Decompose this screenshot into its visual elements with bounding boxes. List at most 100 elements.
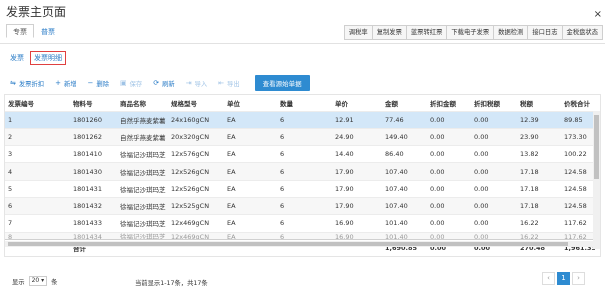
table-cell: 6	[277, 110, 332, 129]
refresh-button[interactable]: ⟳ 刷新	[153, 79, 174, 88]
view-source-documents-button[interactable]: 查看源始单据	[254, 75, 310, 91]
import-icon: ⇥	[185, 79, 192, 87]
table-cell: 0.00	[427, 162, 471, 181]
chevron-down-icon: ▾	[41, 277, 45, 284]
tax-disk-status-button[interactable]: 金税盘状态	[561, 25, 603, 40]
column-header[interactable]: 商品名称	[117, 95, 168, 111]
column-header[interactable]: 规格型号	[168, 95, 224, 111]
unit-label: 条	[51, 278, 58, 286]
table-cell: 107.40	[382, 179, 427, 198]
invoice-detail-table: 发票编号 物料号 商品名称 规格型号 单位 数量 单价 金额 折扣金额 折扣税额…	[5, 95, 595, 256]
api-log-button[interactable]: 接口日志	[527, 25, 563, 40]
table-cell: 23.90	[517, 127, 561, 146]
export-icon: ⇤	[218, 79, 225, 87]
page-size-select[interactable]: 20 ▾	[28, 276, 48, 286]
export-button[interactable]: ⇤ 导出	[218, 79, 239, 88]
table-cell: 4	[5, 162, 70, 181]
blue-to-red-button[interactable]: 蓝票转红票	[405, 25, 448, 40]
column-header[interactable]: 折扣金额	[427, 95, 471, 111]
table-cell: 0.00	[471, 127, 517, 146]
table-cell: 124.58	[561, 179, 595, 198]
column-header[interactable]: 发票编号	[5, 95, 70, 111]
table-cell: 徐福记沙琪玛芝	[117, 179, 168, 198]
page-1-button[interactable]: 1	[557, 272, 570, 285]
vertical-scrollbar[interactable]	[593, 111, 600, 249]
horizontal-scrollbar[interactable]	[5, 241, 595, 247]
table-row[interactable]: 1 1801260 自然乎燕麦紫薯 24x160gCN EA 6 12.91 77.46 0.0…	[5, 110, 595, 129]
table-cell: 自然乎燕麦紫薯	[117, 127, 168, 146]
table-cell: 徐福记沙琪玛芝	[117, 196, 168, 215]
column-header[interactable]: 数量	[277, 95, 332, 111]
page-size-value: 20	[31, 277, 40, 284]
column-header[interactable]: 金额	[382, 95, 427, 111]
data-check-button[interactable]: 数据检测	[493, 25, 529, 40]
table-cell: 6	[277, 179, 332, 198]
subtab-invoice-detail[interactable]: 发票明细	[30, 51, 66, 65]
table-cell: 24x160gCN	[168, 110, 224, 129]
table-cell: 徐福记沙琪玛芝	[117, 162, 168, 181]
import-button[interactable]: ⇥ 导入	[186, 79, 207, 88]
column-header[interactable]: 税额	[517, 95, 561, 111]
table-cell: 2	[5, 127, 70, 146]
table-cell: 3	[5, 145, 70, 163]
table-cell: EA	[224, 127, 277, 146]
vertical-scroll-thumb[interactable]	[594, 115, 599, 179]
table-cell: 17.90	[332, 162, 382, 181]
delete-button[interactable]: − 删除	[88, 79, 109, 88]
minus-icon: −	[87, 79, 94, 87]
save-icon: ▣	[120, 79, 127, 87]
tab-normal-invoice[interactable]: 普票	[34, 24, 62, 38]
horizontal-scroll-thumb[interactable]	[8, 242, 568, 246]
table-cell: 17.90	[332, 179, 382, 198]
table-cell: 7	[5, 214, 70, 233]
table-cell: 24.90	[332, 127, 382, 146]
plus-icon: +	[55, 79, 61, 87]
table-cell: 6	[277, 214, 332, 233]
table-cell: 77.46	[382, 110, 427, 129]
table-cell: 20x320gCN	[168, 127, 224, 146]
table-cell: 6	[277, 162, 332, 181]
table-cell: EA	[224, 231, 277, 240]
table-cell: EA	[224, 196, 277, 215]
subtab-invoice[interactable]: 发票	[10, 53, 24, 63]
table-cell: 173.30	[561, 127, 595, 146]
tab-special-invoice[interactable]: 专票	[6, 24, 34, 38]
table-cell: 101.40	[382, 231, 427, 240]
table-cell: 8	[5, 231, 70, 240]
table-cell: 17.18	[517, 196, 561, 215]
table-row[interactable]: 7 1801433 徐福记沙琪玛芝 12x469gCN EA 6 16.90 101.40 0.…	[5, 214, 595, 233]
table-cell: 0.00	[427, 196, 471, 215]
table-cell: 徐福记沙琪玛芝	[117, 231, 168, 240]
table-cell: 13.82	[517, 145, 561, 163]
add-button[interactable]: + 新增	[55, 79, 76, 88]
copy-invoice-button[interactable]: 复制发票	[371, 25, 407, 40]
table-cell: 0.00	[427, 214, 471, 233]
save-button[interactable]: ▣ 保存	[120, 79, 142, 88]
close-icon[interactable]: ×	[594, 9, 602, 20]
table-cell: 徐福记沙琪玛芝	[117, 145, 168, 163]
column-header[interactable]: 价税合计	[561, 95, 595, 111]
next-page-button[interactable]: ›	[572, 272, 585, 285]
table-row[interactable]: 2 1801262 自然乎燕麦紫薯 20x320gCN EA 6 24.90 149.40 0.…	[5, 127, 595, 146]
column-header[interactable]: 单位	[224, 95, 277, 111]
download-e-invoice-button[interactable]: 下载电子发票	[446, 25, 495, 40]
table-row[interactable]: 6 1801432 徐福记沙琪玛芝 12x525gCN EA 6 17.90 107.40 0.…	[5, 196, 595, 215]
table-row[interactable]: 5 1801431 徐福记沙琪玛芝 12x526gCN EA 6 17.90 107.40 0.…	[5, 179, 595, 198]
prev-page-button[interactable]: ‹	[542, 272, 555, 285]
table-cell: 16.90	[332, 231, 382, 240]
table-row-partial[interactable]: 8 1801434 徐福记沙琪玛芝 12x469gCN EA 6 16.90 101.40 0.…	[5, 231, 595, 240]
table-cell: 徐福记沙琪玛芝	[117, 214, 168, 233]
column-header[interactable]: 折扣税额	[471, 95, 517, 111]
table-cell: 0.00	[427, 127, 471, 146]
table-cell: 0.00	[471, 145, 517, 163]
invoice-discount-button[interactable]: ⇋ 发票折扣	[10, 79, 44, 88]
table-row[interactable]: 4 1801430 徐福记沙琪玛芝 12x526gCN EA 6 17.90 107.40 0.…	[5, 162, 595, 181]
table-cell: 0.00	[427, 145, 471, 163]
column-header[interactable]: 物料号	[70, 95, 117, 111]
table-cell: 1801260	[70, 110, 117, 129]
adjust-tax-rate-button[interactable]: 调税率	[343, 25, 373, 40]
table-cell: 6	[277, 231, 332, 240]
column-header[interactable]: 单价	[332, 95, 382, 111]
table-cell: EA	[224, 145, 277, 163]
table-row[interactable]: 3 1801410 徐福记沙琪玛芝 12x576gCN EA 6 14.40 86.40 0.0…	[5, 145, 595, 163]
